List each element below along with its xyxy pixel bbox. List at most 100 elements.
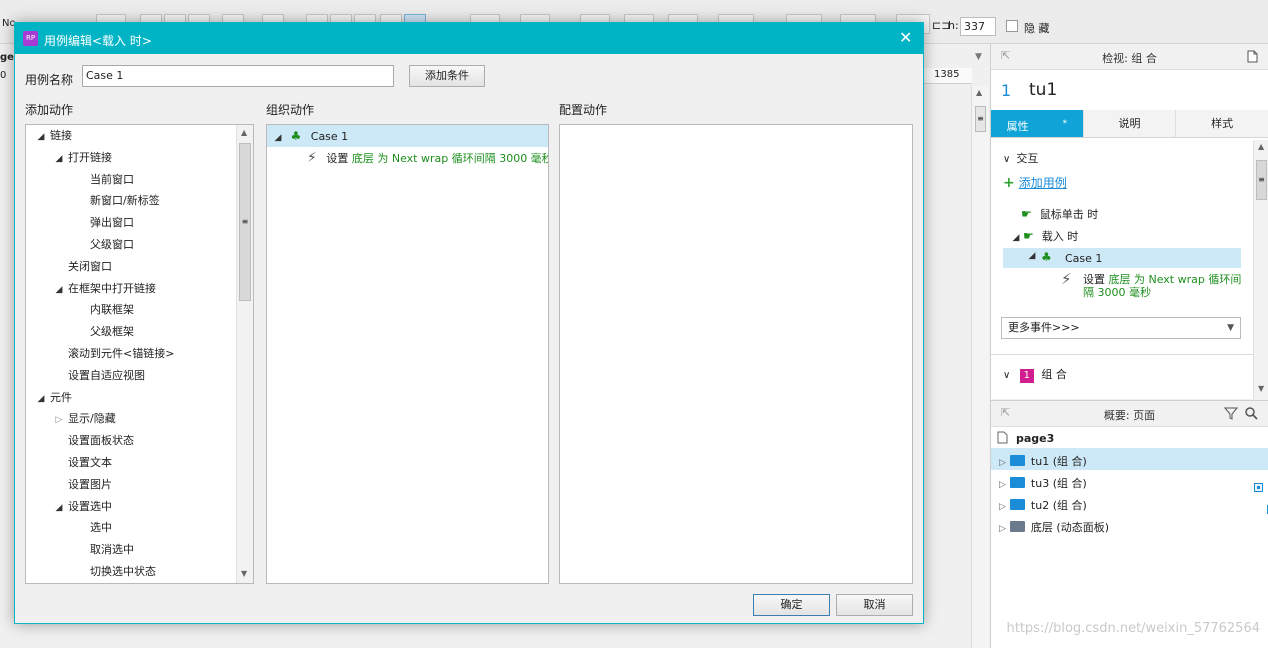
filter-icon[interactable] (1224, 407, 1238, 420)
inspector-scrollbar[interactable]: ▲ ≡ ▼ (1253, 140, 1268, 399)
action-tree-label: 选中 (90, 521, 112, 535)
action-tree-item[interactable]: 当前窗口 (74, 169, 134, 191)
search-icon[interactable] (1245, 407, 1258, 420)
action-tree-item[interactable]: ◢ 打开链接 (52, 147, 112, 169)
event-load[interactable]: ◢ ☛ 载入 时 (1009, 228, 1079, 244)
expand-arrow-icon: ▷ (55, 415, 63, 426)
action-tree-label: 设置面板状态 (68, 434, 134, 448)
action-tree-item[interactable]: 取消选中 (74, 539, 134, 561)
action-tree-item[interactable]: 切换选中状态 (74, 561, 156, 583)
outline-item[interactable]: ▷ tu2 (组 合) (999, 497, 1087, 513)
expand-arrow-icon: ◢ (55, 153, 63, 164)
watermark: https://blog.csdn.net/weixin_57762564 (1006, 621, 1260, 636)
action-tree-item[interactable]: 弹出窗口 (74, 212, 134, 234)
action-tree-item[interactable]: 设置自适应视图 (52, 365, 145, 387)
scroll-thumb[interactable]: ≡ (975, 106, 986, 132)
action-node[interactable]: ⚡ 设置 底层 为 Next wrap 循环间隔 3000 毫秒 (307, 147, 548, 169)
tree-scrollbar[interactable]: ▲ ≡ ▼ (236, 125, 253, 583)
scroll-up-icon[interactable]: ▲ (1258, 142, 1264, 151)
section-group[interactable]: ∨ 1 组 合 (1003, 366, 1067, 383)
scroll-down-icon[interactable]: ▼ (241, 569, 247, 578)
group-badge: 1 (1019, 369, 1034, 383)
action-tree-item[interactable]: ▷ 显示/隐藏 (52, 408, 116, 430)
configure-action-heading: 配置动作 (559, 103, 608, 117)
action-tree-label: 取消选中 (90, 543, 134, 557)
visibility-icon[interactable] (1254, 483, 1263, 492)
page-icon (997, 431, 1008, 444)
action-tree-label: 父级窗口 (90, 238, 134, 251)
action-tree-label: 关闭窗口 (68, 259, 112, 273)
case-action[interactable]: 设置 底层 为 Next wrap 循环间 隔 3000 毫秒 (1083, 273, 1241, 299)
add-case-link[interactable]: + 添加用例 (1003, 174, 1067, 191)
action-tree-item[interactable]: 选中 (74, 517, 112, 539)
scroll-down-icon[interactable]: ▼ (1258, 384, 1264, 393)
case-node[interactable]: ◢ ♣ Case 1 (271, 125, 349, 147)
expand-arrow-icon: ▷ (999, 480, 1006, 490)
action-tree-label: 设置自适应视图 (68, 368, 145, 382)
action-tree-label: 显示/隐藏 (68, 412, 116, 426)
outline-item[interactable]: ▷ 底层 (动态面板) (999, 519, 1109, 535)
outline-page[interactable]: page3 (997, 431, 1054, 445)
hide-checkbox[interactable] (1006, 20, 1018, 32)
action-tree-item[interactable]: ◢ 链接 (34, 125, 72, 147)
close-icon[interactable]: ✕ (899, 28, 912, 47)
action-tree-item[interactable]: 内联框架 (74, 299, 134, 321)
event-click[interactable]: ☛ 鼠标单击 时 (1021, 206, 1098, 222)
ruler-value: 1385 (934, 69, 960, 80)
action-tree-item[interactable]: ◢ 在框架中打开链接 (52, 278, 156, 300)
action-tree-label: 元件 (50, 390, 72, 404)
scroll-up-icon[interactable]: ▲ (241, 128, 247, 137)
canvas-scrollbar[interactable]: ▲ ≡ (971, 86, 989, 648)
action-tree-label: 滚动到元件<锚链接> (68, 347, 175, 360)
expand-arrow-icon: ▷ (999, 458, 1006, 468)
action-tree-item[interactable]: 设置文本 (52, 452, 112, 474)
action-tree-item[interactable]: 关闭窗口 (52, 256, 112, 278)
divider (991, 354, 1253, 355)
action-tree-item[interactable]: 父级框架 (74, 321, 134, 343)
tab-style[interactable]: 样式 (1176, 110, 1268, 137)
action-tree-item[interactable]: 设置图片 (52, 474, 112, 496)
ok-button[interactable]: 确定 (753, 594, 830, 616)
action-tree-item[interactable]: 新窗口/新标签 (74, 190, 160, 212)
tab-properties[interactable]: 属性 * (991, 110, 1084, 137)
expand-arrow-icon: ▷ (999, 502, 1006, 512)
action-tree-item[interactable]: 设置面板状态 (52, 430, 134, 452)
expand-arrow-icon: ▷ (999, 524, 1006, 534)
inspector-tabs: 属性 * 说明 样式 (991, 110, 1268, 138)
outline-item[interactable]: ▷ tu1 (组 合) (999, 453, 1087, 469)
scroll-thumb[interactable]: ≡ (239, 143, 251, 301)
case-name-input[interactable]: Case 1 (82, 65, 394, 87)
more-events-select[interactable]: 更多事件>>> ▼ (1001, 317, 1241, 339)
section-interact[interactable]: ∨ 交互 (1003, 150, 1038, 166)
tab-notes[interactable]: 说明 (1083, 110, 1177, 137)
cursor-icon: ☛ (1023, 229, 1034, 243)
height-label: h: (948, 19, 959, 32)
cancel-button[interactable]: 取消 (836, 594, 913, 616)
action-tree-item[interactable]: 滚动到元件<锚链接> (52, 343, 174, 365)
page-icon[interactable] (1247, 50, 1258, 63)
action-tree-item[interactable]: 父级窗口 (74, 234, 134, 256)
left-strip-text: ge (0, 52, 14, 63)
scroll-up-icon[interactable]: ▲ (976, 88, 982, 97)
lightning-icon: ⚡ (307, 150, 317, 166)
action-tree-item[interactable]: ◢ 设置选中 (52, 496, 112, 518)
outline-header: ⇱ 概要: 页面 (991, 401, 1268, 427)
add-condition-button[interactable]: 添加条件 (409, 65, 485, 87)
outline-item[interactable]: ▷ tu3 (组 合) (999, 475, 1087, 491)
expand-arrow-icon: ◢ (1028, 251, 1036, 261)
case-name-label: 用例名称 (25, 73, 74, 87)
chevron-down-icon: ▼ (1227, 323, 1234, 333)
case-editor-dialog: RP 用例编辑<载入 时> ✕ 用例名称 Case 1 添加条件 添加动作 组织… (14, 22, 924, 624)
collapse-down-icon[interactable]: ▼ (975, 52, 982, 62)
scroll-thumb[interactable]: ≡ (1256, 160, 1267, 200)
action-tree-label: 切换选中状态 (90, 565, 156, 578)
case-row-selected[interactable]: ◢ ♣ Case 1 (1003, 248, 1241, 268)
folder-icon (1009, 477, 1025, 488)
action-tree-label: 父级框架 (90, 325, 134, 339)
action-tree-label: 内联框架 (90, 303, 134, 317)
dialog-title: 用例编辑<载入 时> (44, 34, 152, 48)
height-input[interactable]: 337 (960, 17, 996, 36)
app-logo-icon: RP (23, 31, 38, 46)
widget-name[interactable]: tu1 (1029, 80, 1057, 100)
action-tree-item[interactable]: ◢ 元件 (34, 387, 72, 409)
